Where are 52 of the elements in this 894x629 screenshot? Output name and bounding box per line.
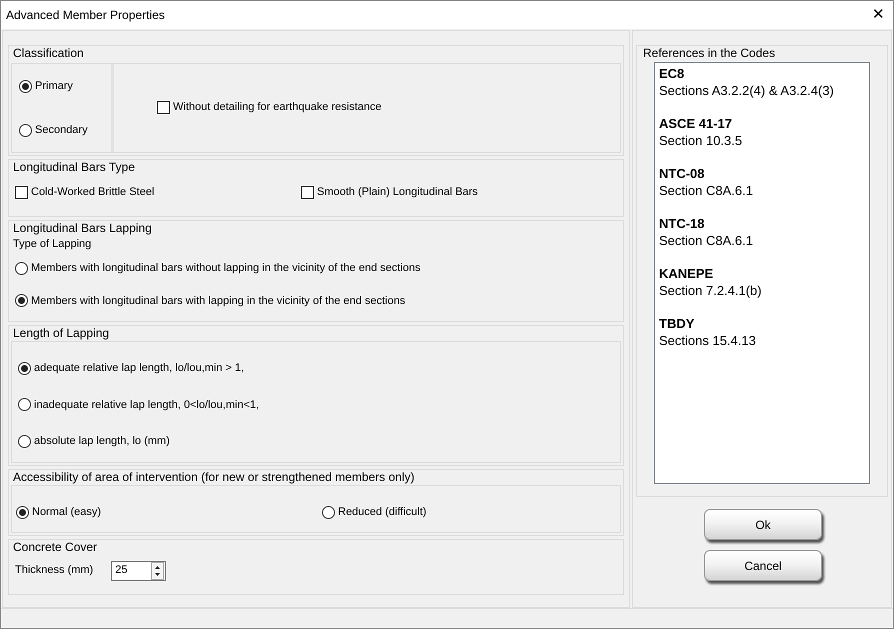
radio-button[interactable] (15, 294, 28, 308)
subgroup-title: Type of Lapping (12, 237, 92, 252)
radio-button[interactable] (15, 262, 28, 276)
code-name: TBDY (659, 315, 696, 332)
radio-label: Secondary (35, 122, 88, 138)
dialog-button[interactable]: Ok (704, 509, 822, 540)
radio-button[interactable] (19, 124, 32, 136)
group-title: Longitudinal Bars Lapping (12, 220, 153, 236)
checkbox[interactable] (301, 186, 314, 199)
code-name: NTC-18 (659, 215, 706, 232)
radio-label: inadequate relative lap length, 0<lo/lou,min<1, (34, 398, 260, 413)
group-title: Concrete Cover (12, 539, 98, 555)
thickness-spinner[interactable]: 25 (111, 560, 166, 580)
checkbox-label: Cold-Worked Brittle Steel (31, 185, 154, 200)
code-section: Section 10.3.5 (659, 132, 865, 149)
code-section: Section 7.2.4.1(b) (659, 282, 865, 299)
checkbox[interactable] (15, 186, 28, 199)
radio-label: Members with longitudinal bars without lapping in the vicinity of the end sections (31, 261, 420, 276)
radio-label: adequate relative lap length, lo/lou,min > 1, (34, 361, 244, 376)
code-name: EC8 (659, 65, 686, 82)
spinner-arrows-icon[interactable] (151, 562, 164, 580)
checkbox-label: Without detailing for earthquake resistance (173, 100, 382, 115)
radio-label: Members with longitudinal bars with lapping in the vicinity of the end sections (31, 294, 406, 309)
checkbox-label: Smooth (Plain) Longitudinal Bars (317, 185, 478, 200)
dialog-button[interactable]: Cancel (704, 550, 822, 581)
group-title: References in the Codes (642, 45, 776, 61)
group-title: Length of Lapping (12, 325, 110, 341)
radio-button[interactable] (18, 435, 31, 448)
window-title: Advanced Member Properties (6, 7, 165, 24)
thickness-label: Thickness (mm) (15, 563, 94, 578)
group-title: Accessibility of area of intervention (for new or strengthened members only) (12, 469, 416, 485)
code-section: Section C8A.6.1 (659, 182, 865, 199)
radio-button[interactable] (16, 506, 29, 518)
code-section: Sections 15.4.13 (659, 332, 865, 349)
radio-button[interactable] (18, 362, 31, 375)
radio-label: Reduced (difficult) (338, 504, 426, 520)
close-button[interactable]: ✕ (872, 4, 885, 26)
code-name: NTC-08 (659, 165, 706, 182)
code-section: Section C8A.6.1 (659, 232, 865, 249)
checkbox[interactable] (157, 100, 170, 114)
code-name: ASCE 41-17 (659, 115, 733, 132)
code-section: Sections A3.2.2(4) & A3.2.4(3) (659, 82, 865, 99)
radio-button[interactable] (19, 80, 32, 92)
radio-label: absolute lap length, lo (mm) (34, 434, 170, 450)
radio-label: Primary (35, 78, 73, 94)
code-name: KANEPE (659, 265, 714, 282)
group-title: Classification (12, 45, 85, 61)
radio-button[interactable] (322, 506, 335, 518)
group-title: Longitudinal Bars Type (12, 159, 136, 175)
radio-label: Normal (easy) (32, 504, 102, 520)
thickness-value: 25 (114, 563, 128, 578)
radio-button[interactable] (18, 398, 31, 412)
